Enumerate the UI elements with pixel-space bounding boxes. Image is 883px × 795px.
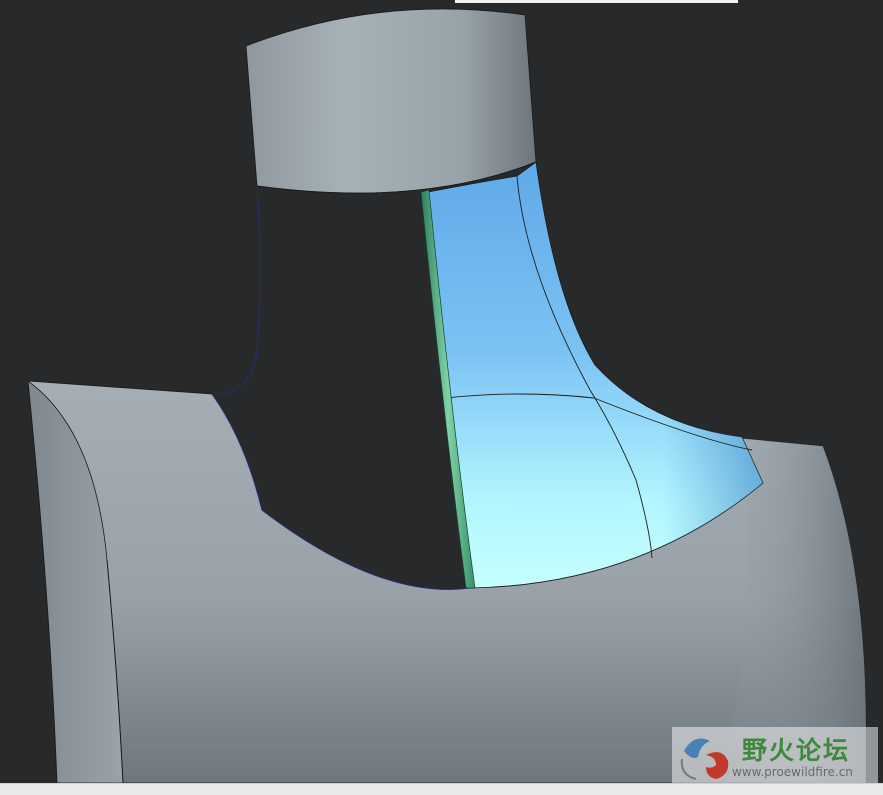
butterfly-swirl-icon xyxy=(680,738,729,780)
status-bar xyxy=(0,783,883,795)
upper-pipe[interactable] xyxy=(245,8,537,194)
watermark-title: 野火论坛 xyxy=(742,736,851,765)
boundary-curve[interactable] xyxy=(217,185,261,395)
watermark: 野火论坛 www.proewildfire.cn xyxy=(672,727,878,785)
watermark-url: www.proewildfire.cn xyxy=(732,765,853,779)
cad-3d-viewport[interactable]: 野火论坛 www.proewildfire.cn xyxy=(0,0,883,795)
model-scene[interactable] xyxy=(0,0,883,794)
top-toolbar-strip xyxy=(455,0,738,3)
